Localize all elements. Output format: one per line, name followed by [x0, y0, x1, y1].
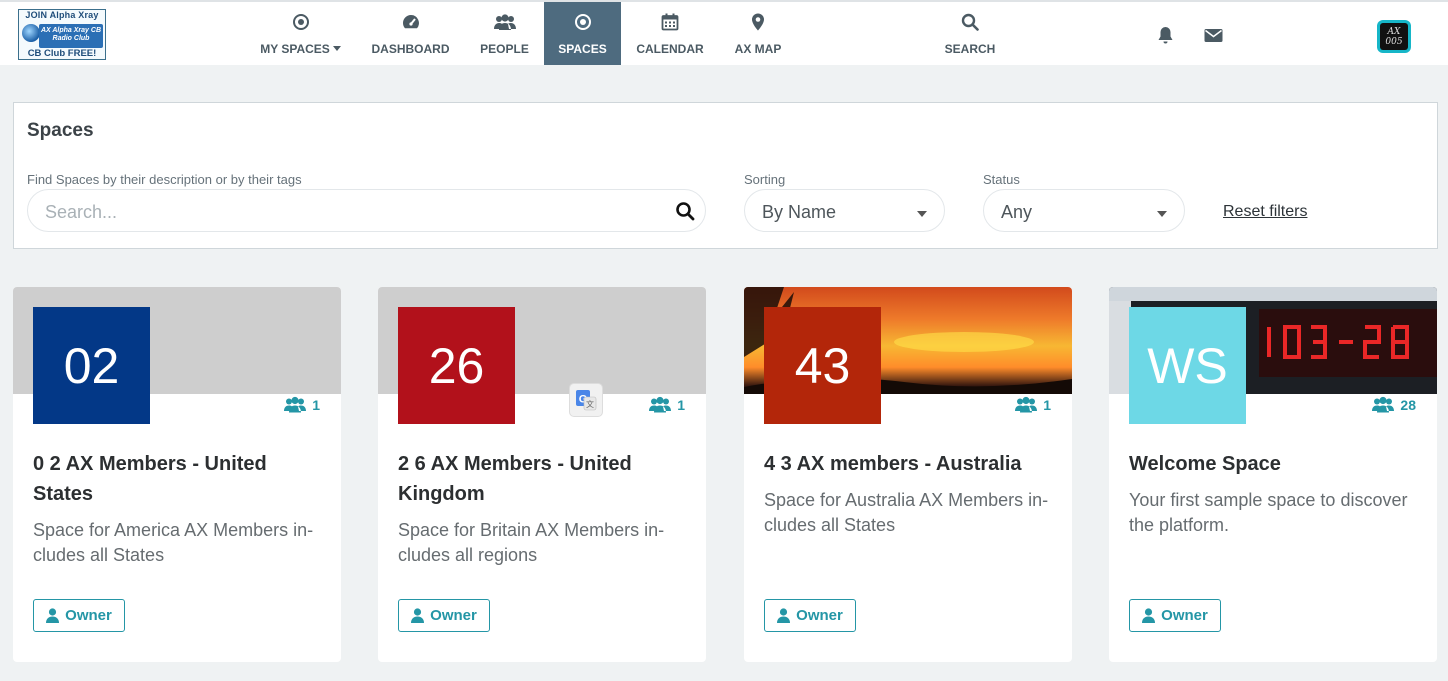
- target-icon: [292, 14, 309, 30]
- space-avatar-tile[interactable]: 43: [764, 307, 881, 424]
- search-input[interactable]: Search...: [27, 189, 706, 232]
- space-description: Space for America AX Members in-cludes a…: [33, 520, 314, 565]
- sorting-value: By Name: [762, 202, 837, 222]
- status-value: Any: [1001, 202, 1033, 222]
- chevron-down-icon: [1157, 211, 1167, 217]
- owner-label: Owner: [796, 607, 843, 624]
- map-marker-icon: [752, 13, 764, 31]
- status-label: Status: [983, 172, 1020, 187]
- top-navigation-bar: JOIN Alpha Xray AX Alpha Xray CB Radio C…: [0, 0, 1448, 65]
- notifications-button[interactable]: [1154, 24, 1176, 46]
- sorting-label: Sorting: [744, 172, 786, 187]
- messages-button[interactable]: [1202, 24, 1224, 46]
- translate-icon[interactable]: G文: [569, 383, 603, 417]
- nav-calendar-label: CALENDAR: [636, 42, 704, 56]
- members-count[interactable]: 1: [284, 396, 320, 413]
- nav-search-label: SEARCH: [944, 42, 996, 56]
- spaces-filter-panel: Spaces Find Spaces by their description …: [13, 102, 1438, 249]
- avatar-text: AX 005: [1380, 23, 1408, 50]
- space-avatar-tile[interactable]: 02: [33, 307, 150, 424]
- user-avatar[interactable]: AX 005: [1377, 20, 1411, 53]
- members-count-value: 1: [1043, 396, 1051, 413]
- club-logo[interactable]: JOIN Alpha Xray AX Alpha Xray CB Radio C…: [18, 9, 106, 60]
- members-count-value: 28: [1400, 396, 1416, 413]
- target-icon: [574, 14, 591, 30]
- search-label: Find Spaces by their description or by t…: [27, 172, 302, 187]
- chevron-down-icon: [917, 211, 927, 217]
- space-title[interactable]: Welcome Space: [1129, 449, 1419, 479]
- nav-spaces[interactable]: SPACES: [544, 2, 621, 65]
- users-icon: [649, 396, 672, 413]
- space-title[interactable]: 4 3 AX members - Australia: [764, 449, 1054, 479]
- user-icon: [411, 608, 425, 623]
- space-description: Space for Britain AX Members in-cludes a…: [398, 520, 665, 565]
- owner-badge[interactable]: Owner: [33, 599, 125, 632]
- search-icon: [961, 13, 979, 31]
- page-title: Spaces: [27, 120, 94, 141]
- svg-text:文: 文: [586, 399, 594, 409]
- nav-search[interactable]: SEARCH: [940, 2, 1000, 65]
- space-avatar-tile[interactable]: 26: [398, 307, 515, 424]
- nav-my-spaces[interactable]: MY SPACES: [253, 2, 348, 65]
- speedometer-icon: [402, 15, 419, 29]
- owner-badge[interactable]: Owner: [1129, 599, 1221, 632]
- space-description: Your first sample space to discover the …: [1129, 490, 1408, 535]
- chevron-down-icon: [332, 46, 341, 51]
- owner-badge[interactable]: Owner: [398, 599, 490, 632]
- user-icon: [777, 608, 791, 623]
- space-avatar-tile[interactable]: WS: [1129, 307, 1246, 424]
- user-icon: [1142, 608, 1156, 623]
- members-count-value: 1: [312, 396, 320, 413]
- search-icon[interactable]: [675, 201, 695, 221]
- user-icon: [46, 608, 60, 623]
- users-icon: [1015, 396, 1038, 413]
- calendar-icon: [661, 13, 679, 31]
- nav-my-spaces-label: MY SPACES: [260, 42, 330, 56]
- status-select[interactable]: Any: [983, 189, 1185, 232]
- users-icon: [493, 14, 516, 30]
- space-description: Space for Australia AX Members in-cludes…: [764, 490, 1049, 535]
- members-count[interactable]: 28: [1372, 396, 1416, 413]
- nav-ax-map[interactable]: AX MAP: [728, 2, 788, 65]
- nav-calendar[interactable]: CALENDAR: [631, 2, 709, 65]
- reset-filters-link[interactable]: Reset filters: [1223, 203, 1307, 221]
- logo-text-top: JOIN Alpha Xray: [25, 10, 99, 20]
- nav-dashboard[interactable]: DASHBOARD: [364, 2, 457, 65]
- nav-people-label: PEOPLE: [480, 42, 529, 56]
- nav-ax-map-label: AX MAP: [734, 42, 782, 56]
- logo-text-bottom: CB Club FREE!: [27, 48, 97, 59]
- nav-dashboard-label: DASHBOARD: [371, 42, 450, 56]
- owner-label: Owner: [65, 607, 112, 624]
- owner-label: Owner: [430, 607, 477, 624]
- nav-people[interactable]: PEOPLE: [474, 2, 535, 65]
- nav-spaces-label: SPACES: [558, 42, 607, 56]
- users-icon: [284, 396, 307, 413]
- space-card[interactable]: WS 28 Welcome Space Your first sample sp…: [1109, 287, 1437, 662]
- envelope-icon: [1204, 28, 1222, 42]
- search-placeholder: Search...: [45, 202, 118, 222]
- space-card[interactable]: 26 G文 1 2 6 AX Members - United Kingdom …: [378, 287, 706, 662]
- space-title[interactable]: 2 6 AX Members - United Kingdom: [398, 449, 688, 509]
- owner-label: Owner: [1161, 607, 1208, 624]
- members-count-value: 1: [677, 396, 685, 413]
- users-icon: [1372, 396, 1395, 413]
- space-title[interactable]: 0 2 AX Members - United States: [33, 449, 323, 509]
- space-card[interactable]: 43 1 4 3 AX members - Australia Space fo…: [744, 287, 1072, 662]
- logo-text-middle: AX Alpha Xray CB Radio Club: [39, 24, 103, 48]
- owner-badge[interactable]: Owner: [764, 599, 856, 632]
- globe-icon: [22, 24, 40, 42]
- space-card[interactable]: 02 1 0 2 AX Members - United States Spac…: [13, 287, 341, 662]
- sorting-select[interactable]: By Name: [744, 189, 945, 232]
- bell-icon: [1158, 26, 1172, 43]
- members-count[interactable]: 1: [649, 396, 685, 413]
- members-count[interactable]: 1: [1015, 396, 1051, 413]
